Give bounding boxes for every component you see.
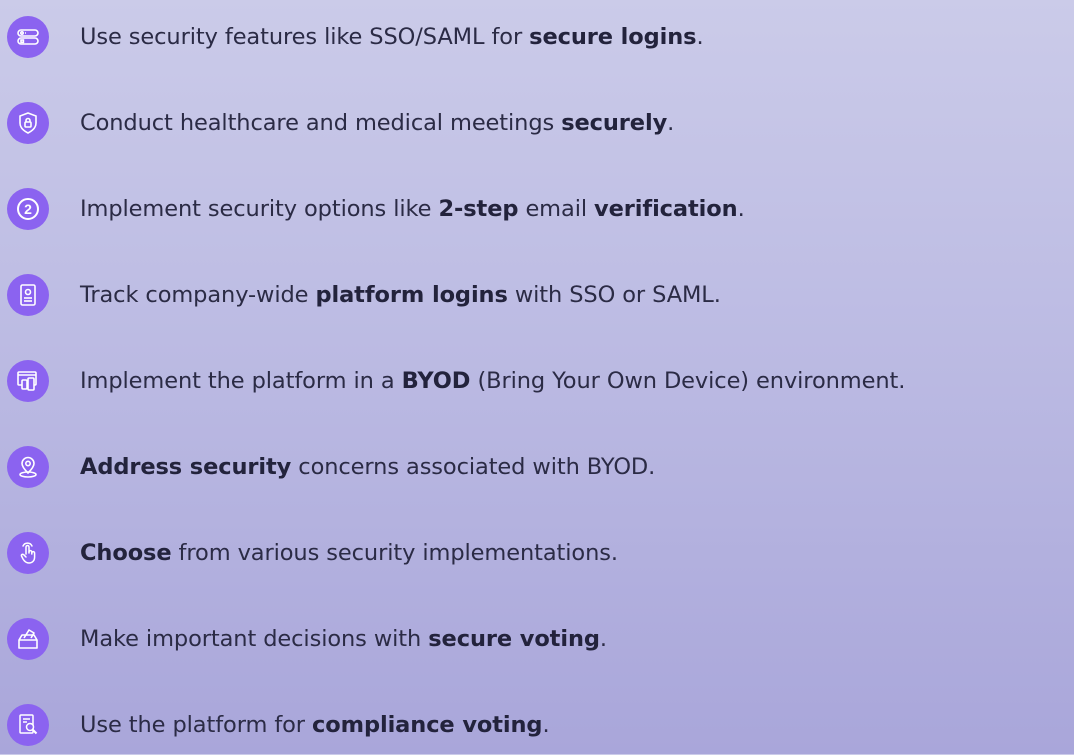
feature-item: Conduct healthcare and medical meetings … bbox=[0, 93, 1074, 153]
feature-text: Choose from various security implementat… bbox=[80, 540, 618, 566]
ballot-box-icon bbox=[7, 618, 49, 660]
hand-tap-icon bbox=[7, 532, 49, 574]
feature-item: Use the platform for compliance voting. bbox=[0, 695, 1074, 755]
feature-list: Use security features like SSO/SAML for … bbox=[0, 0, 1074, 754]
feature-text: Track company-wide platform logins with … bbox=[80, 282, 721, 308]
feature-text: Address security concerns associated wit… bbox=[80, 454, 656, 480]
feature-text: Make important decisions with secure vot… bbox=[80, 626, 607, 652]
feature-item: Choose from various security implementat… bbox=[0, 523, 1074, 583]
svg-text:2: 2 bbox=[24, 201, 32, 217]
shield-lock-icon bbox=[7, 102, 49, 144]
document-search-icon bbox=[7, 704, 49, 746]
feature-item: Use security features like SSO/SAML for … bbox=[0, 7, 1074, 67]
devices-icon bbox=[7, 360, 49, 402]
feature-text: Implement security options like 2-step e… bbox=[80, 196, 745, 222]
feature-item: Make important decisions with secure vot… bbox=[0, 609, 1074, 669]
feature-item: Track company-wide platform logins with … bbox=[0, 265, 1074, 325]
feature-text: Conduct healthcare and medical meetings … bbox=[80, 110, 675, 136]
feature-item: Implement the platform in a BYOD (Bring … bbox=[0, 351, 1074, 411]
two-step-icon: 2 bbox=[7, 188, 49, 230]
profile-window-icon bbox=[7, 274, 49, 316]
feature-item: Address security concerns associated wit… bbox=[0, 437, 1074, 497]
feature-text: Use the platform for compliance voting. bbox=[80, 712, 550, 738]
feature-text: Use security features like SSO/SAML for … bbox=[80, 24, 704, 50]
id-cards-icon bbox=[7, 16, 49, 58]
feature-text: Implement the platform in a BYOD (Bring … bbox=[80, 368, 906, 394]
location-pin-icon bbox=[7, 446, 49, 488]
feature-item: 2 Implement security options like 2-step… bbox=[0, 179, 1074, 239]
